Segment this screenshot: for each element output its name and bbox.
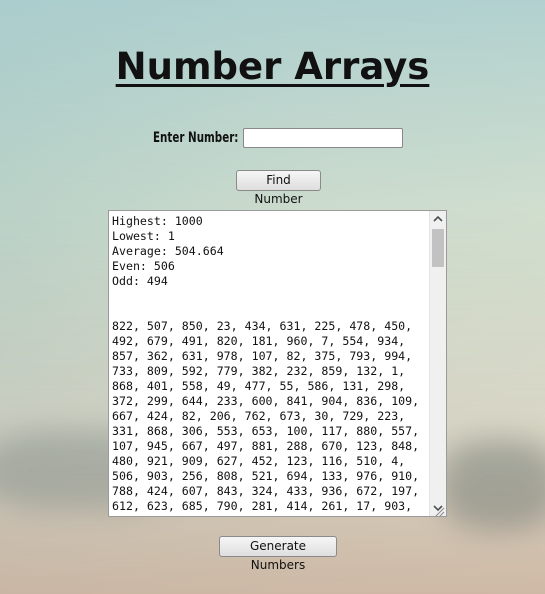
results-textarea[interactable]: Highest: 1000 Lowest: 1 Average: 504.664 Ev… bbox=[108, 210, 447, 517]
number-line: 857, 362, 631, 978, 107, 82, 375, 793, 9… bbox=[112, 349, 413, 363]
number-line: 372, 299, 644, 233, 600, 841, 904, 836, … bbox=[112, 394, 420, 408]
stat-average: Average: 504.664 bbox=[112, 244, 224, 258]
chevron-up-icon[interactable] bbox=[430, 211, 446, 227]
stat-even: Even: 506 bbox=[112, 259, 175, 273]
resize-grip-icon[interactable] bbox=[433, 503, 445, 516]
number-list: 822, 507, 850, 23, 434, 631, 225, 478, 4… bbox=[112, 319, 428, 514]
results-content: Highest: 1000 Lowest: 1 Average: 504.664 Ev… bbox=[112, 214, 428, 514]
number-line: 612, 623, 685, 790, 281, 414, 261, 17, 9… bbox=[112, 499, 413, 513]
number-line: 492, 679, 491, 820, 181, 960, 7, 554, 93… bbox=[112, 334, 406, 348]
scrollbar-thumb[interactable] bbox=[432, 229, 444, 267]
number-line: 107, 945, 667, 497, 881, 288, 670, 123, … bbox=[112, 439, 420, 453]
number-line: 868, 401, 558, 49, 477, 55, 586, 131, 29… bbox=[112, 379, 406, 393]
number-line: 667, 424, 82, 206, 762, 673, 30, 729, 22… bbox=[112, 409, 406, 423]
number-line: 788, 424, 607, 843, 324, 433, 936, 672, … bbox=[112, 484, 420, 498]
number-line: 733, 809, 592, 779, 382, 232, 859, 132, … bbox=[112, 364, 406, 378]
background-blur bbox=[440, 440, 545, 530]
stat-lowest: Lowest: 1 bbox=[112, 229, 175, 243]
number-input[interactable] bbox=[243, 128, 403, 148]
enter-number-row: Enter Number: bbox=[153, 128, 403, 148]
enter-number-label: Enter Number: bbox=[153, 130, 239, 146]
number-line: 506, 903, 256, 808, 521, 694, 133, 976, … bbox=[112, 469, 420, 483]
number-line: 480, 921, 909, 627, 452, 123, 116, 510, … bbox=[112, 454, 406, 468]
find-number-button[interactable]: Find Number bbox=[236, 170, 321, 206]
stat-highest: Highest: 1000 bbox=[112, 214, 203, 228]
number-line: 331, 868, 306, 553, 653, 100, 117, 880, … bbox=[112, 424, 420, 438]
number-line: 822, 507, 850, 23, 434, 631, 225, 478, 4… bbox=[112, 319, 413, 333]
vertical-scrollbar[interactable] bbox=[429, 211, 446, 516]
generate-numbers-button[interactable]: Generate Numbers bbox=[219, 536, 337, 572]
page-title: Number Arrays bbox=[115, 44, 430, 88]
stat-odd: Odd: 494 bbox=[112, 274, 168, 288]
